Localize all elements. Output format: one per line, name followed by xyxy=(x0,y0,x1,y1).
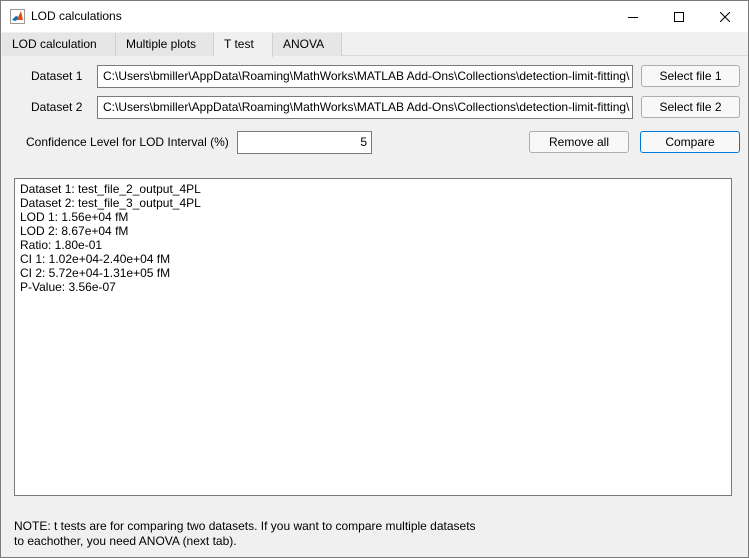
close-icon xyxy=(720,11,730,22)
tab-t-test[interactable]: T test xyxy=(214,33,273,57)
select-file1-button[interactable]: Select file 1 xyxy=(641,65,740,87)
output-line: Dataset 2: test_file_3_output_4PL xyxy=(20,196,201,210)
confidence-level-label: Confidence Level for LOD Interval (%) xyxy=(26,135,229,149)
matlab-icon xyxy=(10,9,25,24)
select-file2-button[interactable]: Select file 2 xyxy=(641,96,740,118)
output-line: Ratio: 1.80e-01 xyxy=(20,238,103,252)
tab-lod-calculation[interactable]: LOD calculation xyxy=(2,33,116,56)
dataset2-label: Dataset 2 xyxy=(31,100,83,114)
confidence-level-input[interactable]: 5 xyxy=(237,131,372,154)
app-window: LOD calculations LOD calculation Multipl… xyxy=(0,0,749,558)
maximize-button[interactable] xyxy=(656,1,702,32)
tab-anova[interactable]: ANOVA xyxy=(273,33,342,56)
output-line: LOD 1: 1.56e+04 fM xyxy=(20,210,129,224)
output-line: Dataset 1: test_file_2_output_4PL xyxy=(20,182,201,196)
output-line: LOD 2: 8.67e+04 fM xyxy=(20,224,129,238)
output-line: P-Value: 3.56e-07 xyxy=(20,280,116,294)
remove-all-button[interactable]: Remove all xyxy=(529,131,629,153)
minimize-icon xyxy=(628,16,638,18)
dataset1-label: Dataset 1 xyxy=(31,69,83,83)
output-line: CI 1: 1.02e+04-2.40e+04 fM xyxy=(20,252,171,266)
close-button[interactable] xyxy=(702,1,748,32)
minimize-button[interactable] xyxy=(610,1,656,32)
output-line: CI 2: 5.72e+04-1.31e+05 fM xyxy=(20,266,171,280)
results-output-box[interactable]: Dataset 1: test_file_2_output_4PL Datase… xyxy=(14,178,732,496)
note-text: NOTE: t tests are for comparing two data… xyxy=(14,519,734,549)
title-bar[interactable]: LOD calculations xyxy=(1,1,748,32)
window-title: LOD calculations xyxy=(31,9,122,23)
maximize-icon xyxy=(674,11,684,22)
compare-button[interactable]: Compare xyxy=(640,131,740,153)
note-line: NOTE: t tests are for comparing two data… xyxy=(14,519,476,533)
dataset1-path-field[interactable]: C:\Users\bmiller\AppData\Roaming\MathWor… xyxy=(97,65,633,88)
dataset2-path-field[interactable]: C:\Users\bmiller\AppData\Roaming\MathWor… xyxy=(97,96,633,119)
note-line: to eachother, you need ANOVA (next tab). xyxy=(14,534,237,548)
tab-bar: LOD calculation Multiple plots T test AN… xyxy=(2,33,748,57)
tab-multiple-plots[interactable]: Multiple plots xyxy=(116,33,214,56)
